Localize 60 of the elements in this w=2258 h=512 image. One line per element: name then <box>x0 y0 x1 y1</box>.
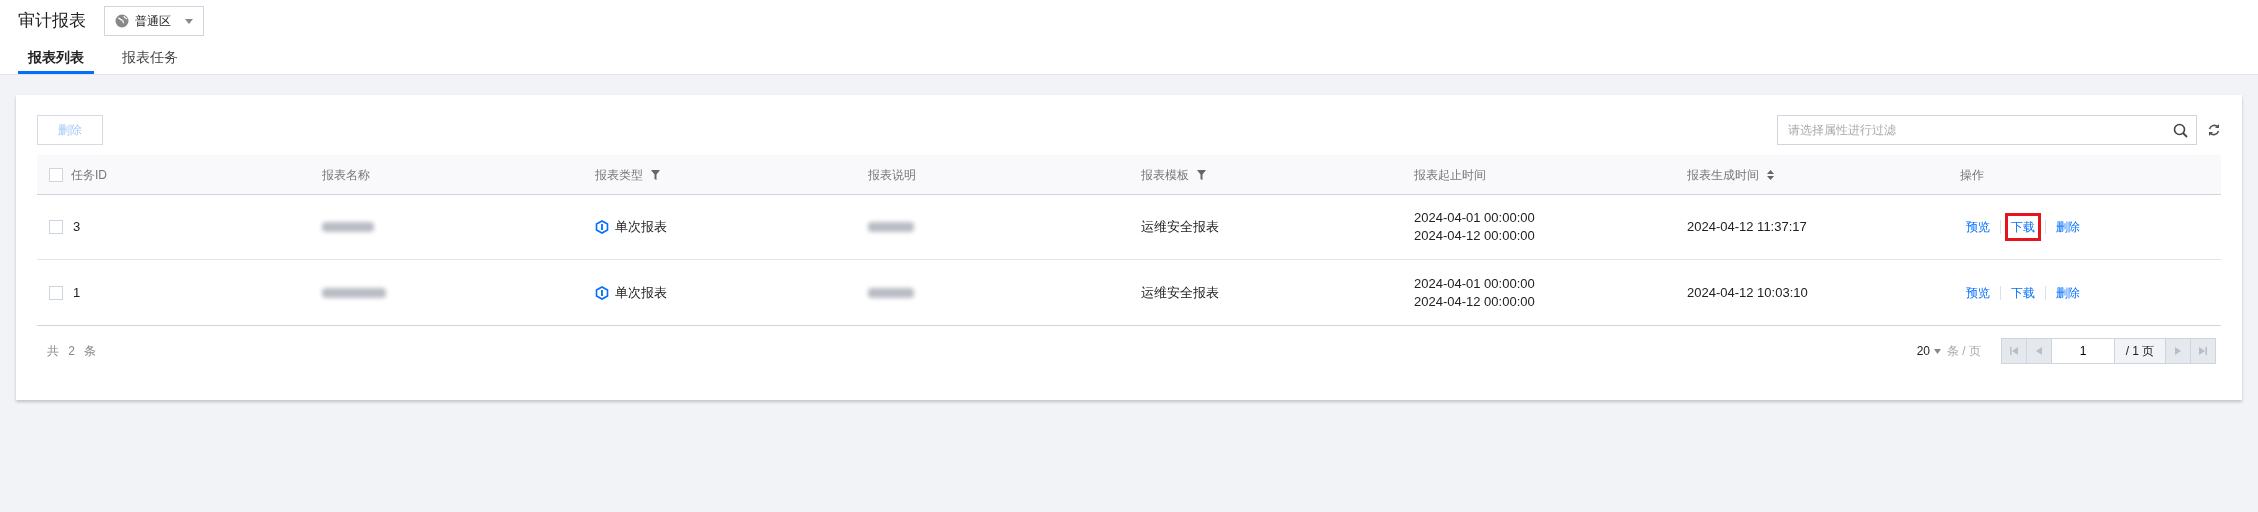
column-header: 报表模板 <box>1141 166 1189 184</box>
checkbox[interactable] <box>49 167 63 182</box>
column-header: 任务ID <box>71 166 107 184</box>
column-header: 操作 <box>1960 166 1984 184</box>
pager-button[interactable] <box>2190 338 2216 364</box>
region-select[interactable]: 普通区 <box>104 6 204 36</box>
table-cell-text: 3 <box>73 218 81 237</box>
blurred-text <box>322 222 374 232</box>
table-cell: 2024-04-12 00:00:00 <box>1414 227 1535 245</box>
filter-icon[interactable] <box>1197 169 1206 180</box>
page-size-select[interactable]: 20 <box>1916 342 1941 360</box>
page-input[interactable]: 1 <box>2051 338 2115 364</box>
action-link[interactable]: 下载 <box>2005 278 2041 307</box>
page-title: 审计报表 <box>18 10 86 33</box>
pager-button[interactable] <box>2026 338 2052 364</box>
table-cell-text: 1 <box>73 283 81 302</box>
caret-icon <box>1934 348 1941 354</box>
column-header: 报表生成时间 <box>1687 166 1759 184</box>
caret-icon <box>185 18 193 24</box>
page-count: / 1 页 <box>2114 338 2166 364</box>
search-input[interactable]: 请选择属性进行过滤 <box>1788 121 2173 139</box>
tab[interactable]: 报表列表 <box>18 44 94 74</box>
checkbox[interactable] <box>49 220 63 234</box>
refresh-icon[interactable] <box>2207 123 2221 137</box>
first-page-icon <box>2010 347 2018 355</box>
next-icon <box>2174 347 2182 355</box>
action-link[interactable]: 下载 <box>2005 213 2041 241</box>
filter-icon[interactable] <box>651 169 660 180</box>
blurred-text <box>868 287 914 298</box>
action-link[interactable]: 预览 <box>1960 213 1996 241</box>
table-cell-text: 2024-04-12 10:03:10 <box>1687 283 1808 302</box>
table-cell-text: 2024-04-12 11:37:17 <box>1687 218 1807 237</box>
pager-button[interactable] <box>2001 338 2027 364</box>
action-link[interactable]: 删除 <box>2050 213 2086 241</box>
previous-icon <box>2035 347 2043 355</box>
table-cell-text: 单次报表 <box>615 283 667 302</box>
table-cell: 2024-04-01 00:00:00 <box>1414 274 1535 293</box>
tab[interactable]: 报表任务 <box>112 44 188 74</box>
total-count: 共 2 条 <box>47 343 100 360</box>
table-cell-text: 运维安全报表 <box>1141 283 1219 302</box>
column-header: 报表名称 <box>322 166 370 184</box>
page-size-unit: 条 / 页 <box>1947 343 1981 360</box>
checkbox[interactable] <box>49 285 63 300</box>
table-cell: 2024-04-01 00:00:00 <box>1414 209 1535 227</box>
search-icon[interactable] <box>2173 122 2188 138</box>
column-header: 报表类型 <box>595 166 643 184</box>
sort-icon[interactable] <box>1767 169 1774 180</box>
table-cell-text: 单次报表 <box>615 218 667 237</box>
column-header: 报表说明 <box>868 166 916 184</box>
pager-button[interactable] <box>2165 338 2191 364</box>
action-link[interactable]: 删除 <box>2050 278 2086 307</box>
action-link[interactable]: 预览 <box>1960 278 1996 307</box>
column-header: 报表起止时间 <box>1414 166 1486 184</box>
blurred-text <box>322 287 386 298</box>
search-field[interactable]: 请选择属性进行过滤 <box>1777 115 2197 145</box>
blurred-text <box>868 222 914 232</box>
table-cell: 2024-04-12 00:00:00 <box>1414 292 1535 311</box>
table-cell-text: 运维安全报表 <box>1141 218 1219 237</box>
last-page-icon <box>2199 347 2207 355</box>
globe-icon <box>115 14 129 28</box>
